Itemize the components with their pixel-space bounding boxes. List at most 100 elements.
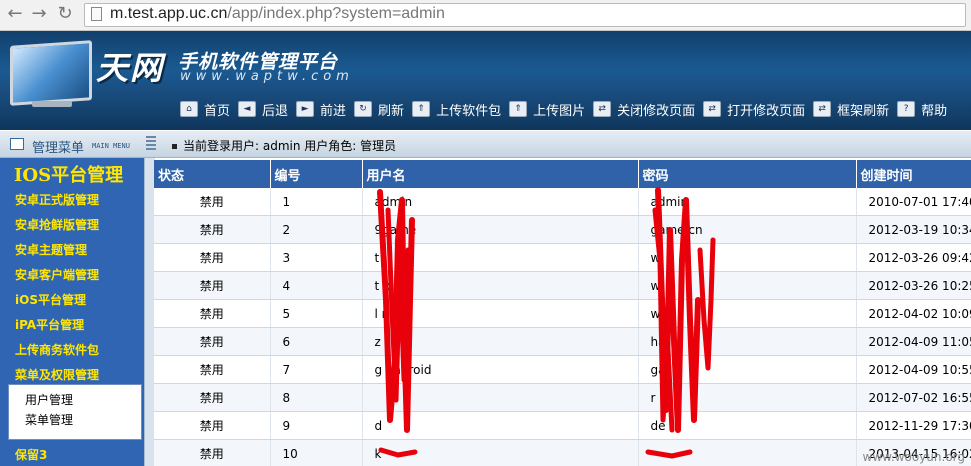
toolbar-label: 刷新 <box>378 103 405 119</box>
browser-toolbar: ← → ↻ m.test.app.uc.cn/app/index.php?sys… <box>0 0 971 31</box>
toolbar-close-page[interactable]: ⇄ 关闭修改页面 <box>593 100 695 119</box>
cell-created: 2010-07-01 17:40 <box>856 188 971 216</box>
toolbar-back[interactable]: ◄ 后退 <box>238 100 288 119</box>
table-row[interactable]: 禁用 4 t x wj x 2012-03-26 10:25 <box>154 271 971 300</box>
cell-username: t x <box>362 271 639 300</box>
home-icon: ⌂ <box>180 101 198 117</box>
cell-created: 2012-03-26 09:42 <box>856 243 971 272</box>
column-header-password[interactable]: 密码 <box>638 160 857 188</box>
menu-icon <box>10 138 24 150</box>
toolbar-upload-image[interactable]: ⇑ 上传图片 <box>509 100 585 119</box>
toolbar-upload-package[interactable]: ⇑ 上传软件包 <box>412 100 501 119</box>
menu-title-bar: 管理菜单 MAIN MENU 当前登录用户: admin 用户角色: 管理员 <box>0 131 971 158</box>
open-page-icon: ⇄ <box>703 101 722 117</box>
refresh-icon: ↻ <box>354 101 373 117</box>
column-header-created[interactable]: 创建时间 <box>856 160 971 188</box>
watermark: www.wooyun.org <box>862 450 965 464</box>
sidebar-title[interactable]: IOS平台管理 <box>14 161 123 187</box>
toolbar-frame-refresh[interactable]: ⇄ 框架刷新 <box>813 100 889 119</box>
cell-created: 2012-04-09 10:55 <box>856 355 971 384</box>
submenu-user-management[interactable]: 用户管理 <box>25 391 73 408</box>
reload-icon[interactable]: ↻ <box>54 3 76 25</box>
url-host: m.test.app.uc.cn <box>110 5 228 22</box>
url-text: m.test.app.uc.cn/app/index.php?system=ad… <box>110 5 445 23</box>
cell-username: 9game <box>362 215 639 244</box>
toolbar-label: 关闭修改页面 <box>617 103 696 119</box>
address-bar[interactable]: m.test.app.uc.cn/app/index.php?system=ad… <box>84 3 966 27</box>
table-row[interactable]: 禁用 5 l n wj 2012-04-02 10:09 <box>154 299 971 328</box>
table-row[interactable]: 禁用 7 g android ga 2012-04-09 10:55 <box>154 355 971 384</box>
cell-id: 3 <box>270 243 363 272</box>
toolbar-label: 框架刷新 <box>837 103 890 119</box>
user-table-area: 状态 编号 用户名 密码 创建时间 禁用 1 admin admin 2010-07-0… <box>154 160 971 466</box>
cell-id: 8 <box>270 383 363 412</box>
sidebar-item-ipa-platform[interactable]: iPA平台管理 <box>15 316 84 333</box>
cell-password: wj x <box>638 271 857 300</box>
cell-created: 2012-07-02 16:55 <box>856 383 971 412</box>
collapse-menu-icon[interactable] <box>146 136 156 150</box>
cell-created: 2012-04-09 11:05 <box>856 327 971 356</box>
cell-status[interactable]: 禁用 <box>154 299 271 328</box>
cell-status[interactable]: 禁用 <box>154 188 271 216</box>
cell-status[interactable]: 禁用 <box>154 327 271 356</box>
toolbar-label: 上传图片 <box>533 103 586 119</box>
monitor-logo-icon <box>10 40 92 106</box>
cell-status[interactable]: 禁用 <box>154 271 271 300</box>
cell-password: ha <box>638 327 857 356</box>
cell-username: l n <box>362 299 639 328</box>
column-header-username[interactable]: 用户名 <box>362 160 639 188</box>
table-row[interactable]: 禁用 10 k 2013-04-15 16:02 <box>154 439 971 466</box>
sidebar-item-android-beta[interactable]: 安卓抢鲜版管理 <box>15 216 99 233</box>
table-row[interactable]: 禁用 2 9game game.cn 2012-03-19 10:34 <box>154 215 971 244</box>
sidebar-item-menu-permissions[interactable]: 菜单及权限管理 <box>15 366 99 383</box>
cell-password: admin <box>638 188 857 216</box>
frame-refresh-icon: ⇄ <box>813 101 832 117</box>
upload-image-icon: ⇑ <box>509 101 528 117</box>
toolbar-label: 后退 <box>262 103 289 119</box>
cell-password: de <box>638 411 857 440</box>
table-row[interactable]: 禁用 6 z ha 2012-04-09 11:05 <box>154 327 971 356</box>
table-row[interactable]: 禁用 9 d de 2012-11-29 17:30 <box>154 411 971 440</box>
toolbar-open-page[interactable]: ⇄ 打开修改页面 <box>703 100 805 119</box>
toolbar-label: 打开修改页面 <box>727 103 806 119</box>
cell-id: 1 <box>270 188 363 216</box>
cell-status[interactable]: 禁用 <box>154 215 271 244</box>
cell-status[interactable]: 禁用 <box>154 355 271 384</box>
table-row[interactable]: 禁用 8 r 2012-07-02 16:55 <box>154 383 971 412</box>
submenu-panel: 用户管理 菜单管理 <box>8 384 142 440</box>
logo-title: 天网 <box>96 49 165 87</box>
login-info-text: 当前登录用户: admin 用户角色: 管理员 <box>183 139 397 153</box>
table-row[interactable]: 禁用 1 admin admin 2010-07-01 17:40 <box>154 188 971 216</box>
sidebar-item-upload-business[interactable]: 上传商务软件包 <box>15 341 99 358</box>
cell-status[interactable]: 禁用 <box>154 383 271 412</box>
page-icon <box>91 7 102 21</box>
toolbar-refresh[interactable]: ↻ 刷新 <box>354 100 404 119</box>
toolbar-help[interactable]: ? 帮助 <box>897 100 947 119</box>
sidebar-item-reserved-3[interactable]: 保留3 <box>15 446 47 463</box>
column-header-status[interactable]: 状态 <box>154 160 271 188</box>
cell-id: 5 <box>270 299 363 328</box>
toolbar-label: 上传软件包 <box>436 103 502 119</box>
cell-created: 2012-04-02 10:09 <box>856 299 971 328</box>
sidebar-item-android-release[interactable]: 安卓正式版管理 <box>15 191 99 208</box>
cell-status[interactable]: 禁用 <box>154 439 271 466</box>
forward-arrow-icon[interactable]: → <box>28 3 50 25</box>
toolbar-home[interactable]: ⌂ 首页 <box>180 100 230 119</box>
sidebar-item-android-theme[interactable]: 安卓主题管理 <box>15 241 87 258</box>
cell-status[interactable]: 禁用 <box>154 411 271 440</box>
cell-status[interactable]: 禁用 <box>154 243 271 272</box>
cell-id: 7 <box>270 355 363 384</box>
column-header-id[interactable]: 编号 <box>270 160 363 188</box>
forward-icon: ► <box>296 101 315 117</box>
user-table: 状态 编号 用户名 密码 创建时间 禁用 1 admin admin 2010-07-0… <box>154 160 971 466</box>
toolbar-forward[interactable]: ► 前进 <box>296 100 346 119</box>
cell-username <box>362 383 639 412</box>
upload-icon: ⇑ <box>412 101 431 117</box>
sidebar-item-ios-platform[interactable]: iOS平台管理 <box>15 291 86 308</box>
table-row[interactable]: 禁用 3 t wj c 2012-03-26 09:42 <box>154 243 971 272</box>
sidebar-item-android-client[interactable]: 安卓客户端管理 <box>15 266 99 283</box>
app-header: 天网 手机软件管理平台 www.waptw.com ⌂ 首页 ◄ 后退 ► 前进 ↻ 刷… <box>0 31 971 130</box>
menu-title: 管理菜单 <box>32 141 85 156</box>
back-arrow-icon[interactable]: ← <box>4 3 26 25</box>
submenu-menu-management[interactable]: 菜单管理 <box>25 411 73 428</box>
